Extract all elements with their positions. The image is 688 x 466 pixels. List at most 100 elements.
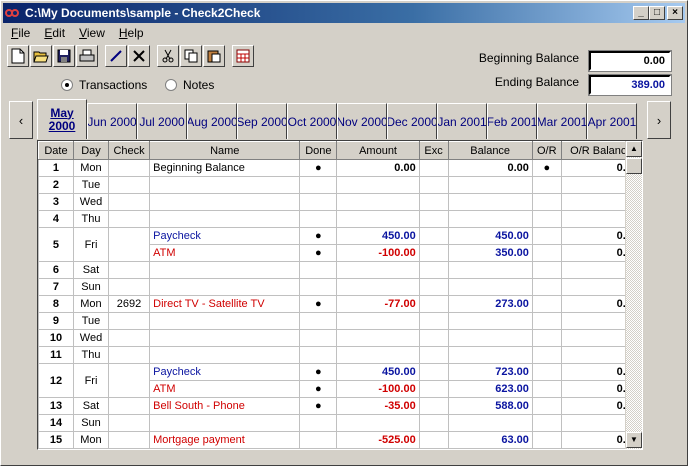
done-cell[interactable]: ● — [299, 397, 338, 415]
amount-cell[interactable] — [336, 346, 420, 364]
paste-icon[interactable] — [203, 45, 225, 67]
date-cell[interactable]: 9 — [38, 312, 74, 330]
table-row[interactable]: 7 Sun — [38, 278, 642, 296]
menu-view[interactable]: View — [71, 26, 111, 40]
amount-cell[interactable] — [336, 414, 420, 432]
amount-cell[interactable] — [336, 278, 420, 296]
or-cell[interactable] — [531, 244, 562, 262]
menu-help[interactable]: Help — [111, 26, 150, 40]
balance-cell[interactable]: 450.00 — [447, 227, 533, 245]
minimize-button[interactable]: _ — [633, 6, 649, 20]
radio-notes[interactable]: Notes — [165, 78, 214, 92]
amount-cell[interactable]: 0.00 — [336, 159, 420, 177]
exc-cell[interactable] — [418, 193, 449, 211]
beginning-balance-field[interactable]: 0.00 — [588, 50, 672, 72]
title-bar[interactable]: C:\My Documents\sample - Check2Check _ □… — [3, 3, 685, 23]
day-cell[interactable]: Sun — [72, 278, 109, 296]
balance-cell[interactable] — [447, 312, 533, 330]
balance-cell[interactable]: 0.00 — [447, 159, 533, 177]
exc-cell[interactable] — [418, 380, 449, 398]
maximize-button[interactable]: □ — [649, 6, 665, 20]
column-header[interactable]: Date — [38, 141, 74, 160]
exc-cell[interactable] — [418, 363, 449, 381]
tab-month[interactable]: Jul 2000 — [137, 103, 187, 139]
name-cell[interactable]: Paycheck — [149, 363, 301, 381]
table-row[interactable]: 3 Wed — [38, 193, 642, 211]
close-button[interactable]: × — [667, 6, 683, 20]
exc-cell[interactable] — [418, 278, 449, 296]
tab-month[interactable]: Jan 2001 — [437, 103, 487, 139]
table-row[interactable]: 1MonBeginning Balance●0.000.00●0.00 — [38, 159, 642, 177]
or-cell[interactable] — [531, 193, 562, 211]
exc-cell[interactable] — [418, 261, 449, 279]
check-cell[interactable] — [107, 363, 151, 398]
day-cell[interactable]: Thu — [72, 210, 109, 228]
done-cell[interactable]: ● — [299, 227, 338, 245]
date-cell[interactable]: 10 — [38, 329, 74, 347]
table-row[interactable]: 6 Sat — [38, 261, 642, 279]
date-cell[interactable]: 11 — [38, 346, 74, 364]
column-header[interactable]: Exc — [418, 141, 449, 160]
balance-cell[interactable] — [447, 193, 533, 211]
done-cell[interactable] — [299, 346, 338, 364]
check-cell[interactable] — [107, 397, 151, 415]
exc-cell[interactable] — [418, 312, 449, 330]
check-cell[interactable]: 2692 — [107, 295, 151, 313]
done-cell[interactable]: ● — [299, 244, 338, 262]
or-cell[interactable] — [531, 278, 562, 296]
done-cell[interactable] — [299, 176, 338, 194]
day-cell[interactable]: Tue — [72, 312, 109, 330]
exc-cell[interactable] — [418, 210, 449, 228]
day-cell[interactable]: Wed — [72, 329, 109, 347]
amount-cell[interactable] — [336, 261, 420, 279]
exc-cell[interactable] — [418, 346, 449, 364]
or-cell[interactable] — [531, 312, 562, 330]
balance-cell[interactable]: 63.00 — [447, 431, 533, 449]
table-row[interactable]: 10 Wed — [38, 329, 642, 347]
name-cell[interactable]: ATM — [149, 380, 301, 398]
amount-cell[interactable] — [336, 312, 420, 330]
scroll-down-button[interactable]: ▼ — [626, 432, 642, 448]
done-cell[interactable] — [299, 261, 338, 279]
prev-month-button[interactable]: ‹ — [9, 101, 33, 139]
done-cell[interactable] — [299, 193, 338, 211]
balance-cell[interactable]: 350.00 — [447, 244, 533, 262]
open-icon[interactable] — [30, 45, 52, 67]
check-cell[interactable] — [107, 193, 151, 211]
check-cell[interactable] — [107, 312, 151, 330]
or-cell[interactable] — [531, 363, 562, 381]
name-cell[interactable] — [149, 346, 301, 364]
amount-cell[interactable]: 450.00 — [336, 363, 420, 381]
done-cell[interactable]: ● — [299, 295, 338, 313]
check-cell[interactable] — [107, 278, 151, 296]
date-cell[interactable]: 1 — [38, 159, 74, 177]
scroll-up-button[interactable]: ▲ — [626, 141, 642, 157]
tab-month[interactable]: Jun 2000 — [87, 103, 137, 139]
check-cell[interactable] — [107, 176, 151, 194]
date-cell[interactable]: 13 — [38, 397, 74, 415]
name-cell[interactable] — [149, 261, 301, 279]
name-cell[interactable] — [149, 176, 301, 194]
tab-month[interactable]: Aug 2000 — [187, 103, 237, 139]
delete-icon[interactable] — [128, 45, 150, 67]
balance-cell[interactable] — [447, 329, 533, 347]
radio-transactions-indicator[interactable] — [61, 79, 73, 91]
amount-cell[interactable]: -77.00 — [336, 295, 420, 313]
column-header[interactable]: Name — [149, 141, 301, 160]
exc-cell[interactable] — [418, 159, 449, 177]
day-cell[interactable]: Tue — [72, 176, 109, 194]
date-cell[interactable]: 5 — [38, 227, 74, 262]
amount-cell[interactable]: -100.00 — [336, 244, 420, 262]
check-cell[interactable] — [107, 227, 151, 262]
balance-cell[interactable] — [447, 346, 533, 364]
or-cell[interactable] — [531, 261, 562, 279]
name-cell[interactable]: Bell South - Phone — [149, 397, 301, 415]
name-cell[interactable] — [149, 193, 301, 211]
pencil-icon[interactable] — [105, 45, 127, 67]
day-cell[interactable]: Wed — [72, 193, 109, 211]
table-row[interactable]: 14 Sun — [38, 414, 642, 432]
exc-cell[interactable] — [418, 397, 449, 415]
day-cell[interactable]: Sun — [72, 414, 109, 432]
ledger-grid[interactable]: Date Day Check Name Done Amount Exc Balance O/R O… — [37, 140, 643, 450]
tab-month[interactable]: Sep 2000 — [237, 103, 287, 139]
